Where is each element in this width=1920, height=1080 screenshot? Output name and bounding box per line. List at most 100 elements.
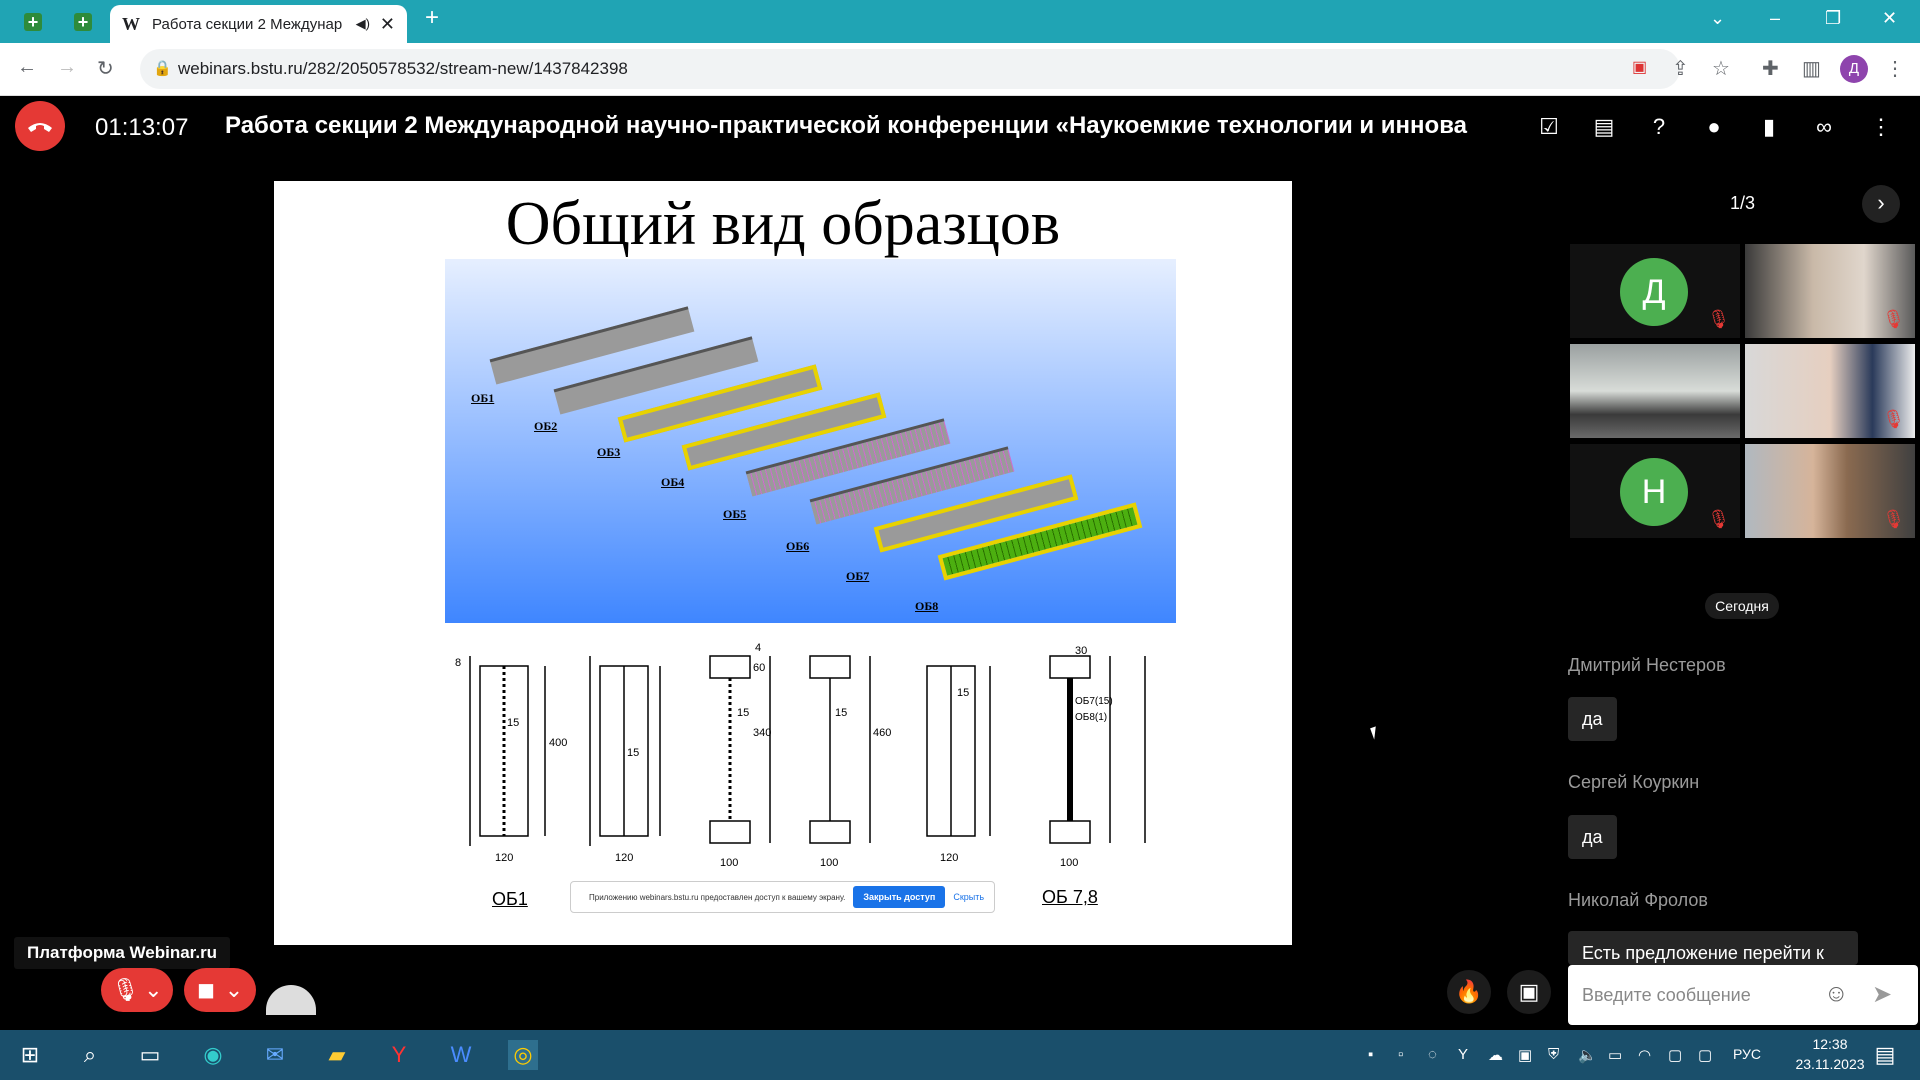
browser-tab-strip: + + W Работа секции 2 Междунар ◀) ✕ + ⌄ …: [0, 0, 1920, 43]
chrome-icon[interactable]: ◎: [508, 1040, 538, 1070]
dim-text: ОБ7(15): [1075, 696, 1113, 707]
word-icon[interactable]: W: [446, 1040, 476, 1070]
tray-app-icon[interactable]: ◌: [1428, 1046, 1437, 1063]
next-page-button[interactable]: ›: [1862, 185, 1900, 223]
edge-icon[interactable]: ◉: [198, 1040, 228, 1070]
participant-tile[interactable]: 🎙: [1745, 444, 1915, 538]
dim-text: 15: [957, 687, 969, 699]
back-icon[interactable]: ←: [17, 56, 37, 79]
close-window-icon[interactable]: ✕: [1882, 8, 1897, 29]
webinar-header: 01:13:07 Работа секции 2 Международной н…: [0, 96, 1920, 156]
share-icon[interactable]: ⇪: [1672, 56, 1689, 81]
camera-off-icon: ◼: [196, 977, 216, 1002]
menu-icon[interactable]: ⋮: [1885, 56, 1905, 81]
camera-blocked-icon[interactable]: ▣: [1632, 57, 1647, 77]
maximize-icon[interactable]: ❐: [1825, 8, 1841, 29]
beam-label: ОБ4: [661, 475, 685, 489]
new-tab-icon[interactable]: +: [425, 4, 439, 32]
hide-notice-link[interactable]: Скрыть: [953, 892, 984, 902]
explorer-icon[interactable]: ▰: [322, 1040, 352, 1070]
address-bar[interactable]: 🔒 webinars.bstu.ru/282/2050578532/stream…: [140, 49, 1680, 89]
participant-tile[interactable]: Д 🎙: [1570, 244, 1740, 338]
close-tab-icon[interactable]: ✕: [380, 14, 395, 35]
system-clock[interactable]: 12:38 23.11.2023: [1790, 1034, 1870, 1074]
windows-start-icon[interactable]: ⊞: [15, 1040, 45, 1070]
active-tab[interactable]: W Работа секции 2 Междунар ◀) ✕: [110, 5, 407, 43]
emoji-icon[interactable]: ☺: [1824, 980, 1849, 1008]
chat-message: Есть предложение перейти к: [1568, 931, 1858, 965]
mic-off-icon: 🎙: [111, 977, 140, 1002]
microphone-toggle[interactable]: 🎙 ⌄: [101, 968, 173, 1012]
lock-icon[interactable]: 🔒: [153, 59, 172, 77]
yandex-icon[interactable]: Y: [384, 1040, 414, 1070]
link-icon[interactable]: ∞: [1811, 114, 1837, 140]
windows-taskbar: ⊞ ⌕ ▭ ◉ ✉ ▰ Y W ◎ ▪ ▫ ◌ Y ☁ ▣ ⛨ 🔈 ▭ ◠ ▢ …: [0, 1030, 1920, 1080]
battery-icon[interactable]: ▭: [1608, 1046, 1622, 1064]
participant-tile[interactable]: [1570, 344, 1740, 438]
tray-app-icon[interactable]: ▫: [1398, 1046, 1403, 1063]
minimize-icon[interactable]: –: [1770, 8, 1780, 29]
screen-share-notice: Приложению webinars.bstu.ru предоставлен…: [570, 881, 995, 913]
file-icon[interactable]: ▮: [1756, 114, 1782, 140]
browser-toolbar: ← → ↻ 🔒 webinars.bstu.ru/282/2050578532/…: [0, 43, 1920, 96]
tray-app-icon[interactable]: ▢: [1668, 1046, 1682, 1064]
participant-tile[interactable]: 🎙: [1745, 244, 1915, 338]
task-view-icon[interactable]: ▭: [135, 1040, 165, 1070]
checklist-icon[interactable]: ☑: [1536, 114, 1562, 140]
avatar: Н: [1620, 458, 1688, 526]
volume-icon[interactable]: 🔈: [1578, 1046, 1597, 1064]
webinar-title: Работа секции 2 Международной научно-пра…: [225, 112, 1467, 139]
reactions-button[interactable]: 🔥: [1447, 970, 1491, 1014]
participants-pager: 1/3: [1730, 193, 1756, 213]
tray-app-icon[interactable]: ▣: [1518, 1046, 1532, 1064]
stop-sharing-button[interactable]: Закрыть доступ: [853, 886, 946, 908]
yandex-tray-icon[interactable]: Y: [1458, 1046, 1468, 1063]
nvidia-icon[interactable]: ▪: [1368, 1046, 1373, 1063]
participant-tile[interactable]: 🎙: [1745, 344, 1915, 438]
security-icon[interactable]: ⛨: [1548, 1046, 1559, 1063]
chevron-down-icon[interactable]: ⌄: [144, 977, 162, 1003]
wifi-icon[interactable]: ◠: [1638, 1046, 1651, 1064]
speaker-icon[interactable]: ◀): [356, 16, 370, 32]
chevron-down-icon[interactable]: ⌄: [225, 977, 243, 1003]
share-notice-text: Приложению webinars.bstu.ru предоставлен…: [589, 892, 846, 902]
tray-app-icon[interactable]: ▢: [1698, 1046, 1712, 1064]
video-feed: [1570, 344, 1740, 438]
side-panel-icon[interactable]: ▥: [1802, 56, 1821, 81]
pinned-tab-1[interactable]: +: [18, 7, 48, 37]
question-icon[interactable]: ?: [1646, 114, 1672, 140]
participant-tile[interactable]: Н 🎙: [1570, 444, 1740, 538]
beams-3d-render: ОБ1 ОБ2 ОБ3 ОБ4 ОБ5 ОБ6 ОБ7 ОБ8: [445, 259, 1176, 623]
fire-icon: 🔥: [1455, 979, 1483, 1004]
profile-avatar[interactable]: Д: [1840, 55, 1868, 83]
send-icon[interactable]: ➤: [1872, 980, 1892, 1009]
slide-title: Общий вид образцов: [505, 190, 1061, 258]
beam-label: ОБ1: [471, 391, 495, 405]
camera-toggle[interactable]: ◼ ⌄: [184, 968, 256, 1012]
extensions-icon[interactable]: ✚: [1762, 56, 1779, 81]
forward-icon[interactable]: →: [57, 56, 77, 79]
dim-text: 400: [549, 737, 567, 749]
notifications-icon[interactable]: ▤: [1870, 1040, 1900, 1070]
chat-icon[interactable]: ▤: [1591, 114, 1617, 140]
picture-in-picture-button[interactable]: ▣: [1507, 970, 1551, 1014]
dim-text: 100: [1060, 857, 1078, 869]
star-icon[interactable]: ☆: [1712, 56, 1730, 81]
more-icon[interactable]: ⋮: [1868, 114, 1894, 140]
reload-icon[interactable]: ↻: [97, 56, 114, 81]
platform-brand-label: Платформа Webinar.ru: [14, 937, 231, 969]
tab-search-icon[interactable]: ⌄: [1710, 8, 1725, 29]
screen-share-button[interactable]: [266, 985, 316, 1015]
drawing-label-ob1: ОБ1: [492, 889, 528, 909]
pinned-tab-2[interactable]: +: [68, 7, 98, 37]
dim-text: 60: [753, 662, 765, 674]
search-icon[interactable]: ⌕: [75, 1040, 105, 1070]
language-indicator[interactable]: РУС: [1733, 1046, 1761, 1062]
onedrive-icon[interactable]: ☁: [1488, 1046, 1503, 1064]
person-icon[interactable]: ●: [1701, 114, 1727, 140]
hangup-button[interactable]: [15, 101, 65, 151]
dim-text: 120: [495, 852, 513, 864]
drawing-label-ob78: ОБ 7,8: [1042, 887, 1098, 907]
mail-icon[interactable]: ✉: [260, 1040, 290, 1070]
chat-input[interactable]: Введите сообщение: [1568, 965, 1918, 1025]
